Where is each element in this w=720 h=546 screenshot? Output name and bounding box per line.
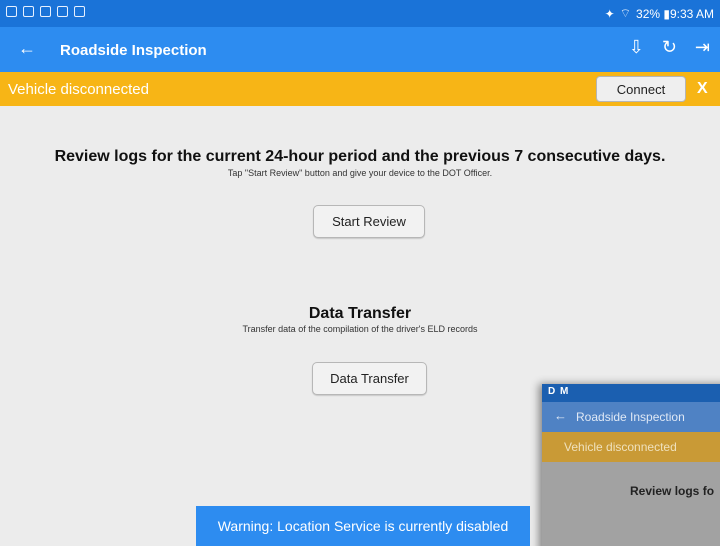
arrow-left-icon[interactable]: ← — [18, 38, 36, 59]
data-transfer-heading: Data Transfer — [308, 305, 412, 322]
overlay-title: Roadside Inspection — [576, 410, 685, 424]
notification-icon — [57, 6, 68, 17]
overlay-vehicle-bar: Vehicle disconnected — [542, 432, 720, 462]
overlay-vehicle-message: Vehicle disconnected — [564, 440, 677, 454]
app-bar: ← Roadside Inspection ⇩ ↻ ⇥ — [0, 27, 720, 72]
tablet-screen: ✦ ⌔ 32% ▮9:33 AM ← Roadside Inspection ⇩… — [0, 0, 720, 546]
app-bar-actions: ⇩ ↻ ⇥ — [629, 37, 710, 58]
overlay-review-heading: Review logs fo — [630, 484, 715, 498]
bluetooth-icon: ✦ — [604, 6, 615, 21]
status-bar: ✦ ⌔ 32% ▮9:33 AM — [0, 0, 720, 27]
image-icon — [74, 6, 85, 17]
overlay-status-bar: D M — [542, 384, 720, 402]
overlay-status-text: D M — [548, 386, 570, 397]
wifi-icon: ⌔ — [619, 6, 632, 20]
battery-time: 32% ▮9:33 AM — [636, 6, 714, 21]
review-instruction: Tap "Start Review" button and give your … — [227, 168, 493, 178]
notification-icon — [23, 6, 34, 17]
vehicle-status-message: Vehicle disconnected — [8, 81, 149, 98]
status-indicators: ✦ ⌔ 32% ▮9:33 AM — [605, 6, 714, 21]
data-transfer-instruction: Transfer data of the compilation of the … — [242, 324, 478, 334]
location-warning-toast: Warning: Location Service is currently d… — [196, 506, 530, 546]
overlay-screenshot: D M ← Roadside Inspection Vehicle discon… — [542, 384, 720, 546]
close-icon[interactable]: X — [697, 80, 708, 98]
start-review-button[interactable]: Start Review — [313, 205, 425, 238]
mail-icon — [40, 6, 51, 17]
overlay-app-bar: ← Roadside Inspection — [542, 402, 720, 432]
download-icon[interactable]: ⇩ — [629, 37, 644, 58]
page-title: Roadside Inspection — [60, 42, 207, 59]
connect-button[interactable]: Connect — [596, 76, 686, 102]
refresh-icon[interactable]: ↻ — [662, 37, 677, 58]
overlay-body — [542, 462, 720, 546]
review-heading: Review logs for the current 24-hour peri… — [54, 148, 666, 165]
overlay-arrow-left-icon: ← — [554, 408, 567, 423]
notification-icon — [6, 6, 17, 17]
data-transfer-button[interactable]: Data Transfer — [312, 362, 427, 395]
logout-icon[interactable]: ⇥ — [695, 37, 710, 58]
notification-icons — [6, 6, 85, 17]
